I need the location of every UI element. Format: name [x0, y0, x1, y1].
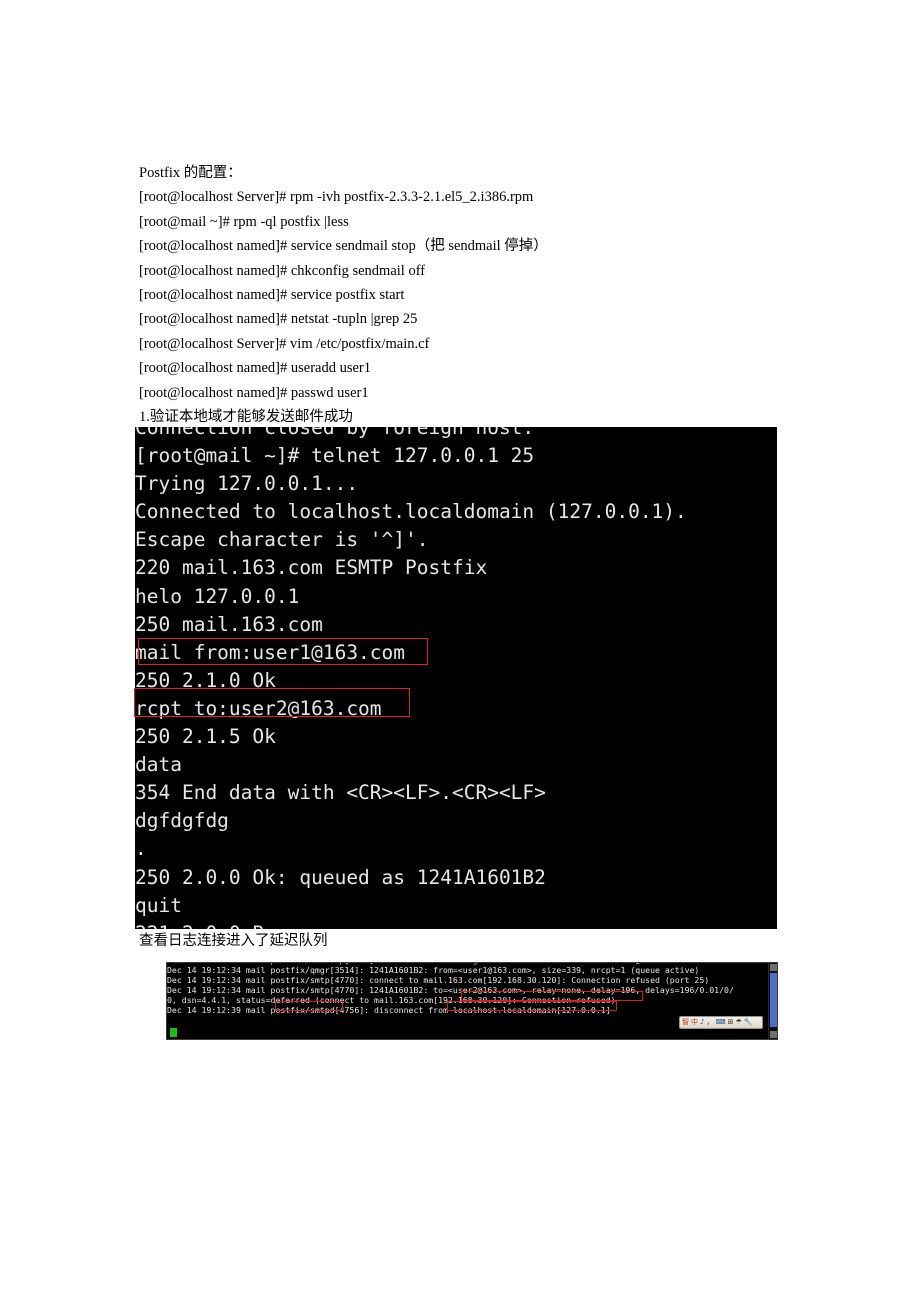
terminal-line: quit — [135, 893, 182, 917]
doc-command-line: [root@localhost named]# useradd user1 — [139, 360, 371, 377]
terminal-output: Connection closed by foreign host. [root… — [135, 427, 687, 929]
scrollbar-thumb[interactable] — [770, 973, 777, 1027]
terminal-line: 250 2.1.0 Ok — [135, 668, 276, 692]
doc-command-line: [root@localhost named]# chkconfig sendma… — [139, 262, 426, 279]
soft-keyboard-icon[interactable]: ⊞ — [728, 1018, 734, 1027]
terminal-line: Escape character is '^]'. — [135, 528, 429, 552]
terminal-line: Connected to localhost.localdomain (127.… — [135, 500, 687, 524]
doc-command-line: [root@localhost named]# passwd user1 — [139, 384, 369, 401]
terminal-line: 250 2.1.5 Ok — [135, 725, 276, 749]
doc-command-line: [root@mail ~]# rpm -ql postfix |less — [139, 213, 349, 230]
terminal-line: Connection closed by foreign host. — [135, 427, 535, 439]
doc-command-line: [root@localhost named]# service postfix … — [139, 287, 405, 304]
terminal-line: helo 127.0.0.1 — [135, 584, 300, 608]
terminal-line-rcpt-to: rcpt to:user2@163.com — [135, 696, 382, 720]
terminal-line: data — [135, 753, 182, 777]
ime-language-bar[interactable]: 智 中 ♪ ， ⌨ ⊞ ☂ 🔧 — [679, 1016, 763, 1029]
terminal-line: 354 End data with <CR><LF>.<CR><LF> — [135, 781, 546, 805]
doc-command-line: [root@localhost named]# netstat -tupln |… — [139, 311, 418, 328]
log-line: 0, dsn=4.4.1, status=deferred (connect t… — [167, 995, 616, 1006]
log-line: Dec 14 19:12:34 mail postfix/qmgr[3514]:… — [167, 965, 700, 976]
terminal-line: Trying 127.0.0.1... — [135, 472, 359, 496]
terminal-line: 221 2.0.0 Bye — [135, 920, 687, 929]
toolbox-icon[interactable]: ☂ — [735, 1018, 741, 1027]
terminal-line-mail-from: mail from:user1@163.com — [135, 640, 406, 664]
document-body: Postfix 的配置： [root@localhost Server]# rp… — [139, 161, 819, 429]
terminal-line: 250 2.0.0 Ok: queued as 1241A1601B2 — [135, 865, 546, 889]
terminal-line: 220 mail.163.com ESMTP Postfix — [135, 556, 488, 580]
terminal-line: [root@mail ~]# telnet 127.0.0.1 25 — [135, 444, 535, 468]
terminal-line: dgfdgfdg — [135, 809, 229, 833]
doc-command-line: [root@localhost Server]# vim /etc/postfi… — [139, 335, 430, 352]
terminal-screenshot: Connection closed by foreign host. [root… — [135, 427, 777, 929]
log-screenshot: Dec 14 19:12:34 mail postfix/cleanup[476… — [166, 962, 778, 1040]
scroll-down-arrow-icon[interactable] — [770, 1031, 777, 1038]
keyboard-icon[interactable]: ⌨ — [715, 1018, 725, 1027]
ime-logo-icon[interactable]: 智 — [682, 1018, 689, 1027]
terminal-line: . — [135, 837, 147, 861]
terminal-cursor — [170, 1028, 177, 1037]
scroll-up-arrow-icon[interactable] — [770, 964, 777, 971]
log-caption: 查看日志连接进入了延迟队列 — [139, 933, 328, 949]
tone-icon[interactable]: ♪ — [700, 1018, 704, 1027]
terminal-line: 250 mail.163.com — [135, 612, 323, 636]
chinese-mode-icon[interactable]: 中 — [691, 1018, 698, 1027]
log-line: Dec 14 19:12:39 mail postfix/smtpd[4756]… — [167, 1005, 611, 1016]
punctuation-icon[interactable]: ， — [706, 1018, 713, 1027]
log-output: Dec 14 19:12:34 mail postfix/cleanup[476… — [167, 963, 777, 1016]
wrench-icon[interactable]: 🔧 — [744, 1018, 753, 1027]
log-line: Dec 14 19:12:34 mail postfix/smtp[4770]:… — [167, 975, 710, 986]
doc-command-line: [root@localhost named]# service sendmail… — [139, 238, 548, 255]
doc-command-line: [root@localhost Server]# rpm -ivh postfi… — [139, 189, 534, 206]
log-scrollbar[interactable] — [768, 963, 777, 1039]
doc-heading: Postfix 的配置： — [139, 165, 242, 181]
doc-step-label: 1.验证本地域才能够发送邮件成功 — [139, 409, 353, 426]
log-line: Dec 14 19:12:34 mail postfix/smtp[4770]:… — [167, 985, 734, 996]
